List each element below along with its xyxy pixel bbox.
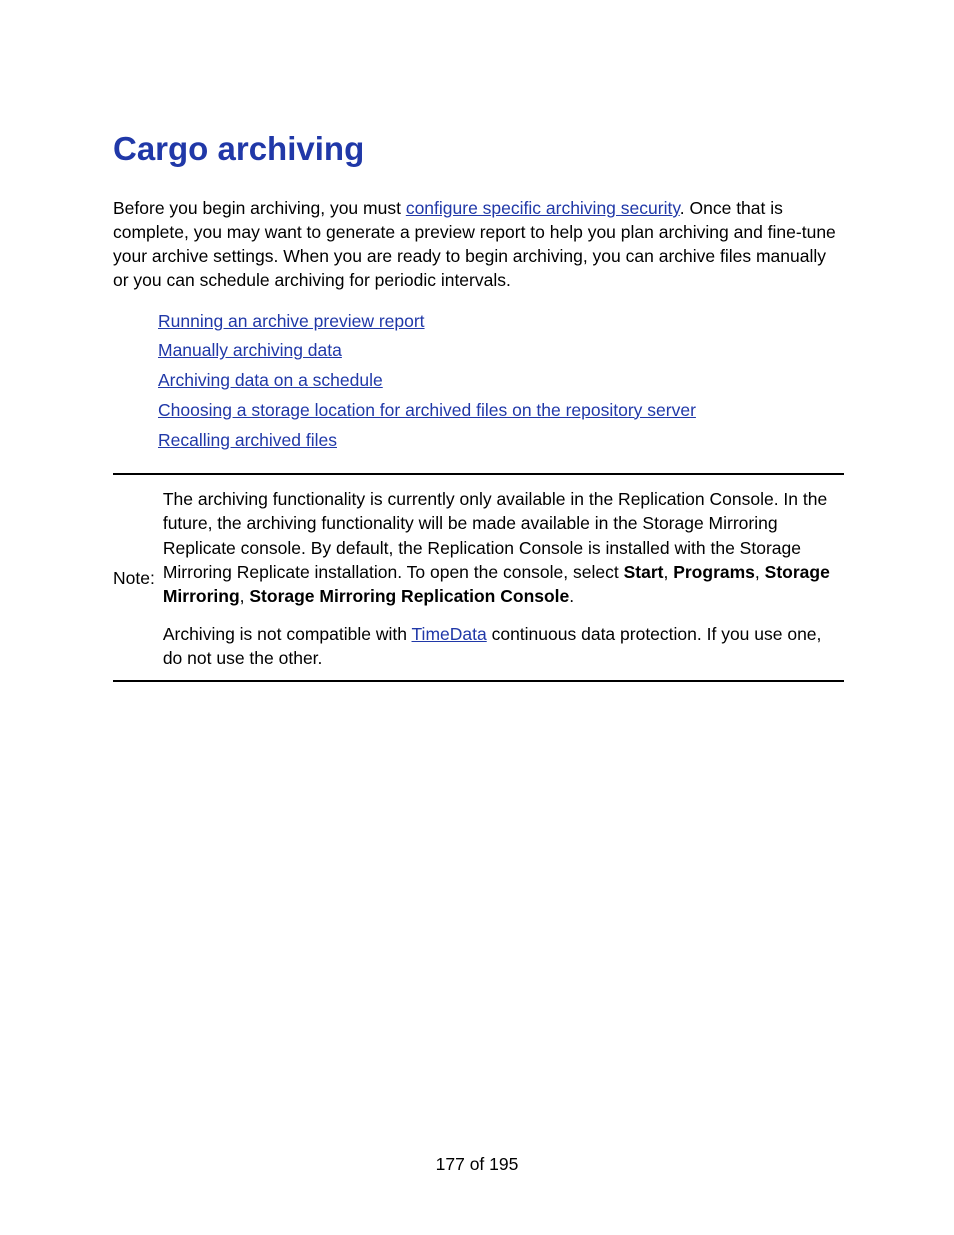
- note-label: Note:: [113, 568, 163, 589]
- bold-programs: Programs: [673, 562, 755, 582]
- note-text: Archiving is not compatible with: [163, 624, 412, 644]
- link-preview-report[interactable]: Running an archive preview report: [158, 311, 425, 331]
- note-paragraph-2: Archiving is not compatible with TimeDat…: [163, 622, 844, 670]
- link-schedule-archive[interactable]: Archiving data on a schedule: [158, 370, 383, 390]
- link-timedata[interactable]: TimeData: [412, 624, 487, 644]
- page-title: Cargo archiving: [113, 130, 844, 168]
- link-storage-location[interactable]: Choosing a storage location for archived…: [158, 400, 696, 420]
- note-paragraph-1: The archiving functionality is currently…: [163, 487, 844, 608]
- note-text: ,: [240, 586, 250, 606]
- intro-paragraph: Before you begin archiving, you must con…: [113, 196, 844, 293]
- bold-start: Start: [624, 562, 664, 582]
- topic-link-list: Running an archive preview report Manual…: [113, 307, 844, 456]
- note-body: The archiving functionality is currently…: [163, 487, 844, 670]
- note-text: ,: [663, 562, 673, 582]
- note-block: Note: The archiving functionality is cur…: [113, 473, 844, 682]
- link-manual-archive[interactable]: Manually archiving data: [158, 340, 342, 360]
- note-text: ,: [755, 562, 765, 582]
- intro-text-before: Before you begin archiving, you must: [113, 198, 406, 218]
- bold-replication-console: Storage Mirroring Replication Console: [249, 586, 569, 606]
- note-text: .: [569, 586, 574, 606]
- link-configure-security[interactable]: configure specific archiving security: [406, 198, 680, 218]
- page-number: 177 of 195: [0, 1154, 954, 1175]
- link-recall-files[interactable]: Recalling archived files: [158, 430, 337, 450]
